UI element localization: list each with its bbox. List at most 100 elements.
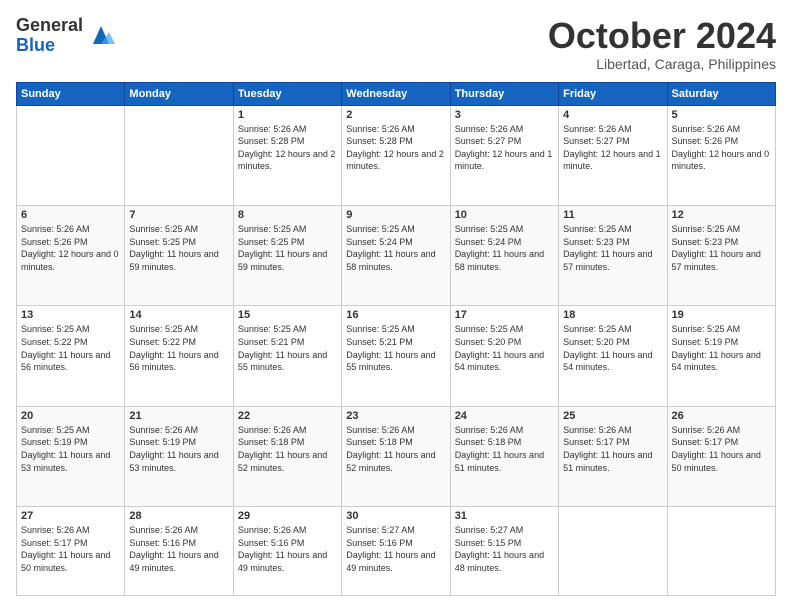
weekday-header-cell: Tuesday [233,82,341,105]
weekday-header-cell: Friday [559,82,667,105]
calendar-cell: 1Sunrise: 5:26 AM Sunset: 5:28 PM Daylig… [233,105,341,205]
calendar-cell: 5Sunrise: 5:26 AM Sunset: 5:26 PM Daylig… [667,105,775,205]
day-number: 7 [129,209,228,221]
cell-info: Sunrise: 5:25 AM Sunset: 5:19 PM Dayligh… [21,424,120,474]
day-number: 24 [455,410,554,422]
day-number: 14 [129,309,228,321]
day-number: 25 [563,410,662,422]
weekday-header-cell: Monday [125,82,233,105]
day-number: 19 [672,309,771,321]
day-number: 21 [129,410,228,422]
weekday-header-cell: Thursday [450,82,558,105]
cell-info: Sunrise: 5:26 AM Sunset: 5:26 PM Dayligh… [21,223,120,273]
cell-info: Sunrise: 5:25 AM Sunset: 5:20 PM Dayligh… [563,323,662,373]
cell-info: Sunrise: 5:25 AM Sunset: 5:19 PM Dayligh… [672,323,771,373]
cell-info: Sunrise: 5:26 AM Sunset: 5:27 PM Dayligh… [455,123,554,173]
calendar-cell: 25 Sunrise: 5:26 AM Sunset: 5:17 PM Dayli… [559,406,667,506]
day-number: 1 [238,109,337,121]
day-number: 8 [238,209,337,221]
calendar-cell: 11 Sunrise: 5:25 AM Sunset: 5:23 PM Dayli… [559,206,667,306]
cell-info: Sunrise: 5:26 AM Sunset: 5:16 PM Dayligh… [238,524,337,574]
calendar-cell [559,507,667,596]
calendar-cell: 4Sunrise: 5:26 AM Sunset: 5:27 PM Daylig… [559,105,667,205]
weekday-header-cell: Saturday [667,82,775,105]
calendar-cell [125,105,233,205]
calendar-cell: 12 Sunrise: 5:25 AM Sunset: 5:23 PM Dayli… [667,206,775,306]
calendar-cell: 17 Sunrise: 5:25 AM Sunset: 5:20 PM Dayli… [450,306,558,406]
day-number: 5 [672,109,771,121]
cell-info: Sunrise: 5:25 AM Sunset: 5:21 PM Dayligh… [238,323,337,373]
day-number: 30 [346,510,445,522]
calendar-cell: 16Sunrise: 5:25 AM Sunset: 5:21 PM Dayli… [342,306,450,406]
day-number: 13 [21,309,120,321]
calendar-cell: 14 Sunrise: 5:25 AM Sunset: 5:22 PM Dayli… [125,306,233,406]
day-number: 29 [238,510,337,522]
cell-info: Sunrise: 5:25 AM Sunset: 5:25 PM Dayligh… [238,223,337,273]
day-number: 10 [455,209,554,221]
calendar-cell: 22Sunrise: 5:26 AM Sunset: 5:18 PM Dayli… [233,406,341,506]
cell-info: Sunrise: 5:26 AM Sunset: 5:28 PM Dayligh… [346,123,445,173]
calendar-cell [667,507,775,596]
logo-text: General Blue [16,16,83,56]
day-number: 2 [346,109,445,121]
page: General Blue October 2024 Libertad, Cara… [0,0,792,612]
calendar-week-row: 6 Sunrise: 5:26 AM Sunset: 5:26 PM Daylig… [17,206,776,306]
day-number: 31 [455,510,554,522]
day-number: 12 [672,209,771,221]
calendar-cell: 15 Sunrise: 5:25 AM Sunset: 5:21 PM Dayli… [233,306,341,406]
cell-info: Sunrise: 5:25 AM Sunset: 5:23 PM Dayligh… [563,223,662,273]
calendar-cell: 19 Sunrise: 5:25 AM Sunset: 5:19 PM Dayli… [667,306,775,406]
calendar-cell: 10 Sunrise: 5:25 AM Sunset: 5:24 PM Dayli… [450,206,558,306]
logo-general: General [16,16,83,36]
calendar-cell: 6 Sunrise: 5:26 AM Sunset: 5:26 PM Daylig… [17,206,125,306]
calendar-week-row: 20 Sunrise: 5:25 AM Sunset: 5:19 PM Dayli… [17,406,776,506]
calendar-cell: 24 Sunrise: 5:26 AM Sunset: 5:18 PM Dayli… [450,406,558,506]
cell-info: Sunrise: 5:26 AM Sunset: 5:19 PM Dayligh… [129,424,228,474]
day-number: 9 [346,209,445,221]
cell-info: Sunrise: 5:27 AM Sunset: 5:15 PM Dayligh… [455,524,554,574]
calendar-cell: 28 Sunrise: 5:26 AM Sunset: 5:16 PM Dayli… [125,507,233,596]
day-number: 28 [129,510,228,522]
weekday-header-cell: Sunday [17,82,125,105]
calendar-cell: 13 Sunrise: 5:25 AM Sunset: 5:22 PM Dayli… [17,306,125,406]
calendar-cell: 7Sunrise: 5:25 AM Sunset: 5:25 PM Daylig… [125,206,233,306]
cell-info: Sunrise: 5:25 AM Sunset: 5:22 PM Dayligh… [129,323,228,373]
calendar-cell: 9 Sunrise: 5:25 AM Sunset: 5:24 PM Daylig… [342,206,450,306]
day-number: 18 [563,309,662,321]
cell-info: Sunrise: 5:25 AM Sunset: 5:23 PM Dayligh… [672,223,771,273]
day-number: 6 [21,209,120,221]
calendar-cell: 8 Sunrise: 5:25 AM Sunset: 5:25 PM Daylig… [233,206,341,306]
cell-info: Sunrise: 5:25 AM Sunset: 5:22 PM Dayligh… [21,323,120,373]
calendar-cell: 27Sunrise: 5:26 AM Sunset: 5:17 PM Dayli… [17,507,125,596]
calendar-week-row: 13 Sunrise: 5:25 AM Sunset: 5:22 PM Dayli… [17,306,776,406]
day-number: 17 [455,309,554,321]
calendar-cell: 31 Sunrise: 5:27 AM Sunset: 5:15 PM Dayli… [450,507,558,596]
calendar-cell: 26Sunrise: 5:26 AM Sunset: 5:17 PM Dayli… [667,406,775,506]
title-block: October 2024 Libertad, Caraga, Philippin… [548,16,776,72]
cell-info: Sunrise: 5:26 AM Sunset: 5:18 PM Dayligh… [455,424,554,474]
day-number: 20 [21,410,120,422]
cell-info: Sunrise: 5:26 AM Sunset: 5:18 PM Dayligh… [346,424,445,474]
cell-info: Sunrise: 5:26 AM Sunset: 5:17 PM Dayligh… [563,424,662,474]
cell-info: Sunrise: 5:26 AM Sunset: 5:17 PM Dayligh… [672,424,771,474]
cell-info: Sunrise: 5:26 AM Sunset: 5:27 PM Dayligh… [563,123,662,173]
calendar-cell: 20 Sunrise: 5:25 AM Sunset: 5:19 PM Dayli… [17,406,125,506]
logo-icon [87,22,115,50]
calendar-week-row: 27Sunrise: 5:26 AM Sunset: 5:17 PM Dayli… [17,507,776,596]
day-number: 11 [563,209,662,221]
cell-info: Sunrise: 5:25 AM Sunset: 5:24 PM Dayligh… [455,223,554,273]
cell-info: Sunrise: 5:25 AM Sunset: 5:21 PM Dayligh… [346,323,445,373]
logo: General Blue [16,16,115,56]
day-number: 15 [238,309,337,321]
cell-info: Sunrise: 5:26 AM Sunset: 5:16 PM Dayligh… [129,524,228,574]
calendar-body: 1 Sunrise: 5:26 AM Sunset: 5:28 PM Daylig… [17,105,776,595]
day-number: 3 [455,109,554,121]
cell-info: Sunrise: 5:25 AM Sunset: 5:24 PM Dayligh… [346,223,445,273]
cell-info: Sunrise: 5:25 AM Sunset: 5:20 PM Dayligh… [455,323,554,373]
day-number: 27 [21,510,120,522]
cell-info: Sunrise: 5:26 AM Sunset: 5:18 PM Dayligh… [238,424,337,474]
cell-info: Sunrise: 5:27 AM Sunset: 5:16 PM Dayligh… [346,524,445,574]
logo-blue: Blue [16,36,83,56]
calendar-cell: 2 Sunrise: 5:26 AM Sunset: 5:28 PM Daylig… [342,105,450,205]
calendar-cell: 3 Sunrise: 5:26 AM Sunset: 5:27 PM Daylig… [450,105,558,205]
